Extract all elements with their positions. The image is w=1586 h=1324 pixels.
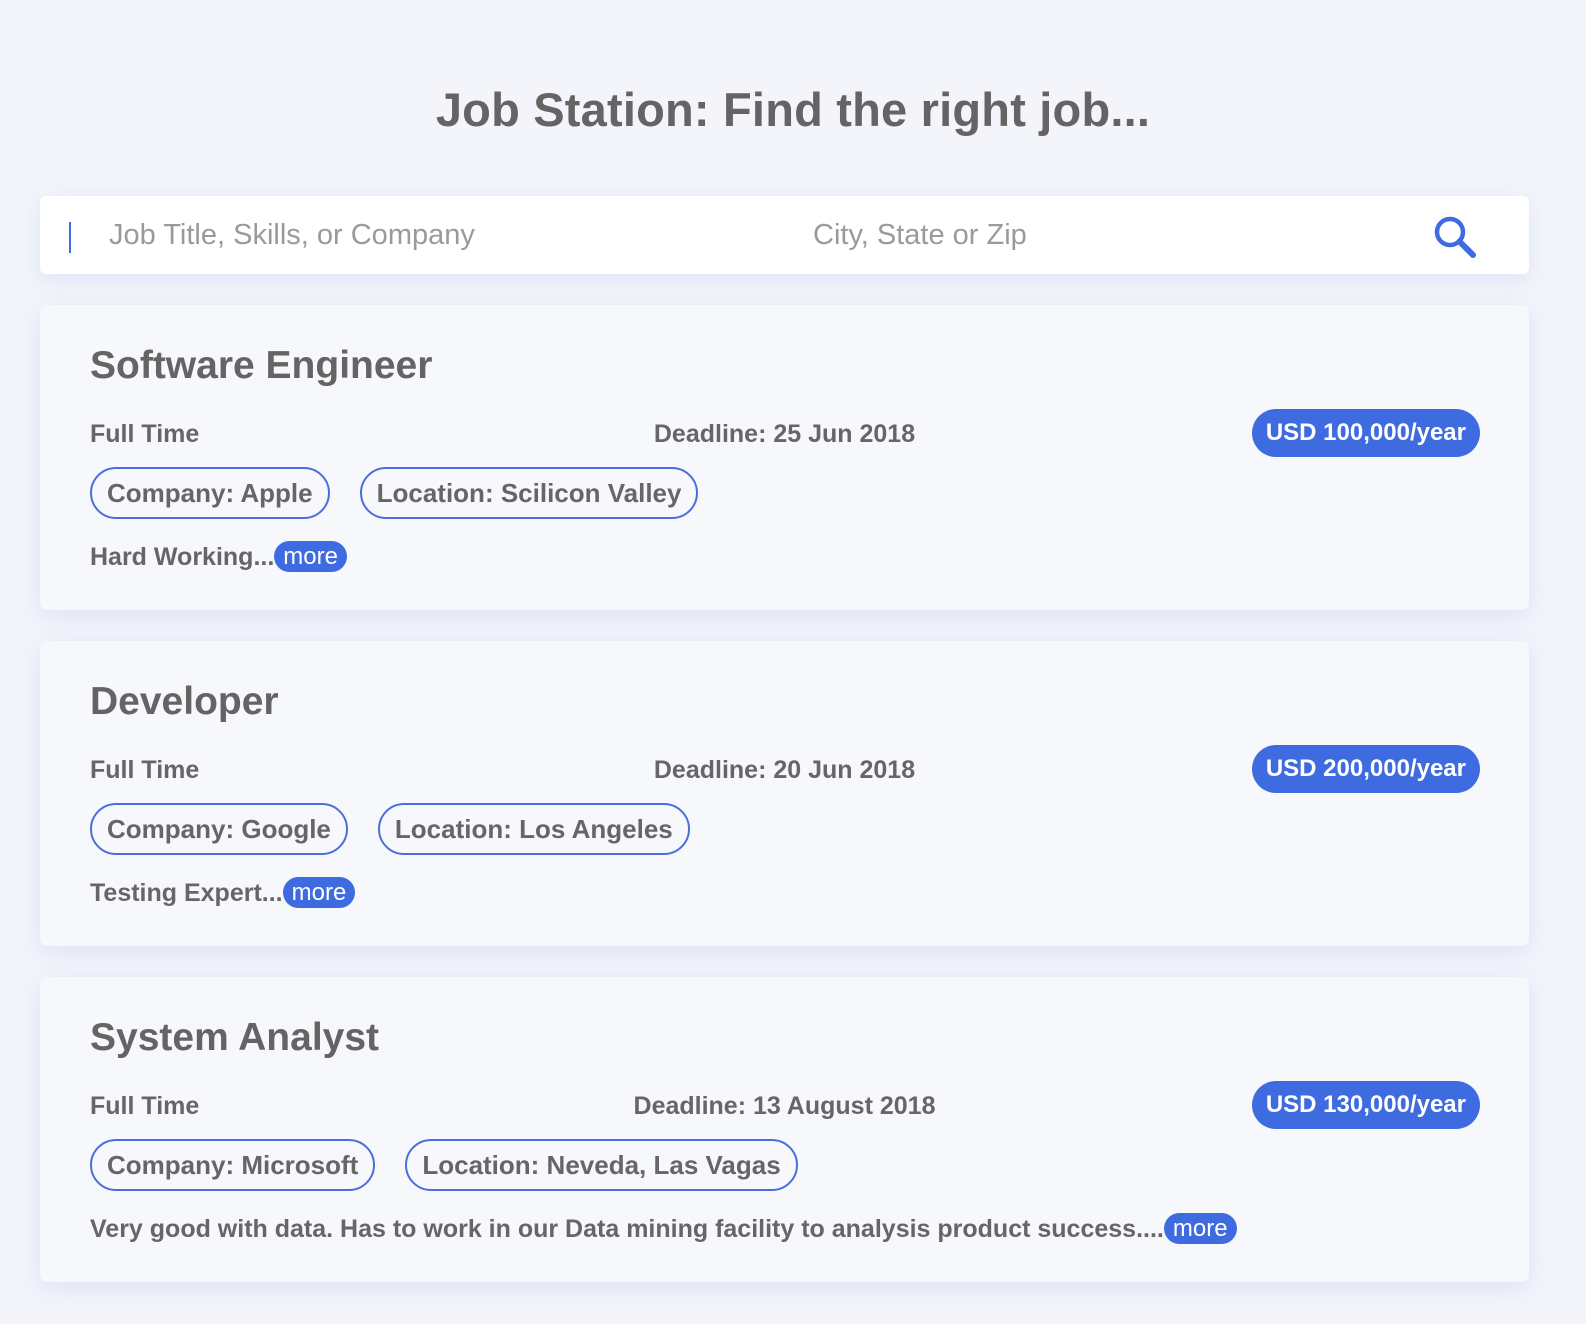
location-tag[interactable]: Location: Scilicon Valley [359,467,699,519]
job-description: Testing Expert... more [90,877,356,908]
job-description-text: Hard Working... [90,543,275,571]
salary-badge: USD 200,000/year [1251,745,1480,793]
job-description-text: Very good with data. Has to work in our … [90,1215,1164,1243]
salary-badge: USD 130,000/year [1251,1081,1480,1129]
job-card: Developer Full Time Deadline: 20 Jun 201… [40,641,1529,946]
job-tags: Company: Apple Location: Scilicon Valley [90,467,699,519]
job-description-text: Testing Expert... [90,879,283,907]
search-button[interactable] [1432,214,1478,260]
job-title[interactable]: Developer [90,680,279,724]
salary-badge: USD 100,000/year [1251,409,1480,457]
location-tag[interactable]: Location: Los Angeles [377,803,690,855]
company-tag[interactable]: Company: Google [90,803,348,855]
search-icon [1434,216,1476,258]
more-button[interactable]: more [1163,1213,1237,1244]
job-description: Very good with data. Has to work in our … [90,1213,1237,1244]
job-card: System Analyst Full Time Deadline: 13 Au… [40,977,1529,1282]
more-button[interactable]: more [282,877,356,908]
job-card: Software Engineer Full Time Deadline: 25… [40,305,1529,610]
location-search-input[interactable] [813,210,1233,260]
job-description: Hard Working... more [90,541,347,572]
job-tags: Company: Google Location: Los Angeles [90,803,690,855]
page-title: Job Station: Find the right job... [435,83,1151,136]
location-tag[interactable]: Location: Neveda, Las Vagas [405,1139,798,1191]
text-cursor [69,222,71,253]
company-tag[interactable]: Company: Microsoft [90,1139,376,1191]
job-search-input[interactable] [109,210,749,260]
more-button[interactable]: more [274,541,347,572]
job-title[interactable]: System Analyst [90,1016,379,1060]
company-tag[interactable]: Company: Apple [90,467,330,519]
job-tags: Company: Microsoft Location: Neveda, Las… [90,1139,798,1191]
job-title[interactable]: Software Engineer [90,344,432,388]
search-bar [40,196,1529,274]
